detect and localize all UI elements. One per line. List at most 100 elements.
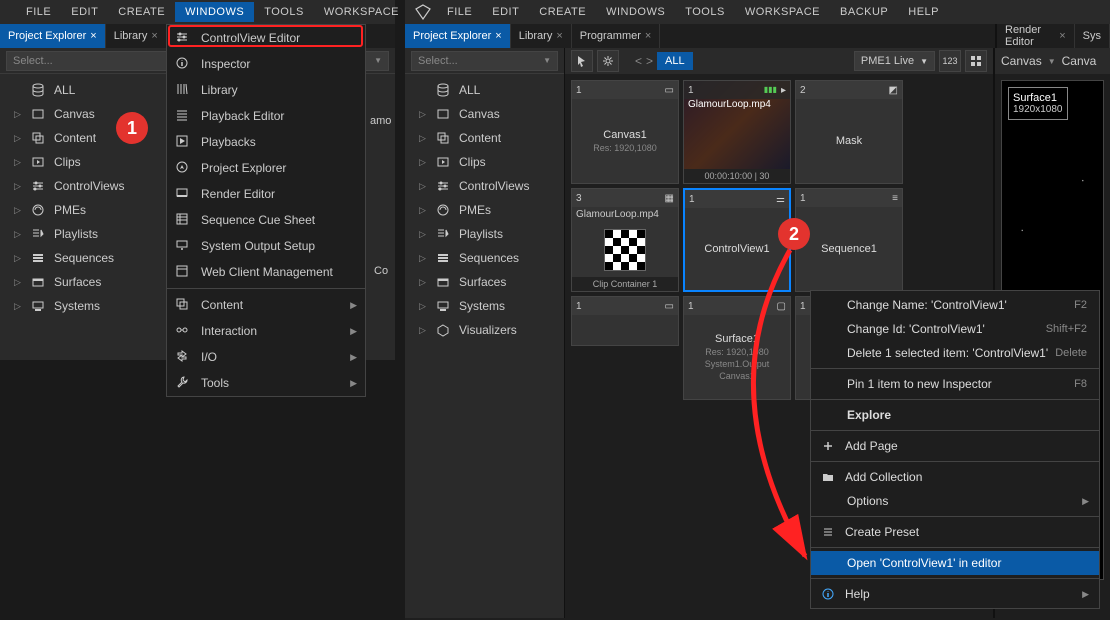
- tree-item-systems[interactable]: ▷Systems: [405, 294, 564, 318]
- menu-item-library[interactable]: Library: [167, 77, 365, 103]
- expand-icon[interactable]: ▷: [14, 181, 22, 192]
- video-card[interactable]: 1▮▮▮▸ GlamourLoop.mp4 00:00:10:00 | 30: [683, 80, 791, 184]
- ctx-change-name-controlview1-[interactable]: Change Name: 'ControlView1'F2: [811, 293, 1099, 317]
- menu-file[interactable]: FILE: [16, 2, 61, 22]
- canvas-card[interactable]: 1▭ Canvas1Res: 1920,1080: [571, 80, 679, 184]
- close-icon[interactable]: ×: [556, 30, 562, 42]
- close-icon[interactable]: ×: [90, 30, 96, 42]
- expand-icon[interactable]: ▷: [14, 229, 22, 240]
- ctx-change-id-controlview1-[interactable]: Change Id: 'ControlView1'Shift+F2: [811, 317, 1099, 341]
- expand-icon[interactable]: ▷: [14, 277, 22, 288]
- nav-back-icon[interactable]: <: [635, 54, 642, 68]
- pme-combo[interactable]: PME1 Live▼: [854, 51, 935, 71]
- ctx-create-preset[interactable]: Create Preset: [811, 520, 1099, 544]
- tree-item-sequences[interactable]: ▷Sequences: [405, 246, 564, 270]
- tab-project-explorer[interactable]: Project Explorer×: [0, 24, 106, 48]
- ctx-add-page[interactable]: Add Page: [811, 434, 1099, 458]
- surface-overlay[interactable]: Surface1 1920x1080: [1008, 87, 1068, 120]
- menu-item-web-client-management[interactable]: Web Client Management: [167, 259, 365, 285]
- chevron-down-icon[interactable]: ▼: [1048, 57, 1056, 66]
- menu-tools[interactable]: TOOLS: [675, 2, 735, 22]
- menu-item-inspector[interactable]: Inspector: [167, 51, 365, 77]
- sequence-card[interactable]: 1≡ Sequence1: [795, 188, 903, 292]
- clip-card[interactable]: 3▦ GlamourLoop.mp4 Clip Container 1: [571, 188, 679, 292]
- sort-icon[interactable]: 123: [939, 50, 961, 72]
- ctx-open-controlview1-in-editor[interactable]: Open 'ControlView1' in editor: [811, 551, 1099, 575]
- menu-tools[interactable]: TOOLS: [254, 2, 314, 22]
- grid-view-icon[interactable]: [965, 50, 987, 72]
- all-pill[interactable]: ALL: [657, 52, 693, 70]
- close-icon[interactable]: ×: [645, 30, 651, 42]
- expand-icon[interactable]: ▷: [419, 229, 427, 240]
- expand-icon[interactable]: ▷: [419, 109, 427, 120]
- tab-sys[interactable]: Sys: [1075, 24, 1110, 48]
- menu-item-system-output-setup[interactable]: System Output Setup: [167, 233, 365, 259]
- menu-item-playback-editor[interactable]: Playback Editor: [167, 103, 365, 129]
- expand-icon[interactable]: ▷: [14, 205, 22, 216]
- menu-help[interactable]: HELP: [898, 2, 949, 22]
- expand-icon[interactable]: ▷: [14, 301, 22, 312]
- tree-item-visualizers[interactable]: ▷Visualizers: [405, 318, 564, 342]
- menu-edit[interactable]: EDIT: [482, 2, 529, 22]
- ctx-pin-1-item-to-new-inspector[interactable]: Pin 1 item to new InspectorF8: [811, 372, 1099, 396]
- menu-item-i/o[interactable]: I/O▶: [167, 344, 365, 370]
- tab-programmer[interactable]: Programmer×: [572, 24, 661, 48]
- expand-icon[interactable]: ▷: [14, 133, 22, 144]
- surface-card[interactable]: 1▢ Surface1Res: 1920,1080System1.OutputC…: [683, 296, 791, 400]
- menu-create[interactable]: CREATE: [108, 2, 175, 22]
- menu-item-render-editor[interactable]: Render Editor: [167, 181, 365, 207]
- menu-item-playbacks[interactable]: Playbacks: [167, 129, 365, 155]
- menu-item-controlview-editor[interactable]: ControlView Editor: [167, 25, 365, 51]
- partial-card[interactable]: 1▭: [571, 296, 679, 346]
- menu-item-tools[interactable]: Tools▶: [167, 370, 365, 396]
- tab-library[interactable]: Library×: [511, 24, 572, 48]
- pointer-tool-icon[interactable]: [571, 50, 593, 72]
- select-dropdown[interactable]: Select...▼: [411, 51, 558, 71]
- expand-icon[interactable]: ▷: [419, 325, 427, 336]
- tree-item-pmes[interactable]: ▷PMEs: [405, 198, 564, 222]
- menu-item-interaction[interactable]: Interaction▶: [167, 318, 365, 344]
- expand-icon[interactable]: ▷: [419, 301, 427, 312]
- tab-render-editor[interactable]: Render Editor×: [997, 24, 1075, 48]
- mask-card[interactable]: 2◩ Mask: [795, 80, 903, 184]
- menu-workspace[interactable]: WORKSPACE: [735, 2, 830, 22]
- expand-icon[interactable]: ▷: [419, 253, 427, 264]
- gear-icon[interactable]: [597, 50, 619, 72]
- expand-icon[interactable]: ▷: [419, 205, 427, 216]
- ctx-explore[interactable]: Explore: [811, 403, 1099, 427]
- menu-file[interactable]: FILE: [437, 2, 482, 22]
- ctx-options[interactable]: Options▶: [811, 489, 1099, 513]
- tree-item-playlists[interactable]: ▷Playlists: [405, 222, 564, 246]
- tree-item-content[interactable]: ▷Content: [405, 126, 564, 150]
- ctx-delete-1-selected-item-control[interactable]: Delete 1 selected item: 'ControlView1'De…: [811, 341, 1099, 365]
- close-icon[interactable]: ×: [1059, 30, 1065, 42]
- menu-item-sequence-cue-sheet[interactable]: Sequence Cue Sheet: [167, 207, 365, 233]
- menu-edit[interactable]: EDIT: [61, 2, 108, 22]
- controlview-card[interactable]: 1⚌ ControlView1: [683, 188, 791, 292]
- expand-icon[interactable]: ▷: [419, 181, 427, 192]
- nav-fwd-icon[interactable]: >: [646, 54, 653, 68]
- expand-icon[interactable]: ▷: [419, 277, 427, 288]
- close-icon[interactable]: ×: [495, 30, 501, 42]
- menu-item-project-explorer[interactable]: Project Explorer: [167, 155, 365, 181]
- close-icon[interactable]: ×: [151, 30, 157, 42]
- tree-item-controlviews[interactable]: ▷ControlViews: [405, 174, 564, 198]
- expand-icon[interactable]: ▷: [14, 109, 22, 120]
- expand-icon[interactable]: ▷: [419, 157, 427, 168]
- expand-icon[interactable]: ▷: [14, 253, 22, 264]
- menu-windows[interactable]: WINDOWS: [596, 2, 675, 22]
- menu-create[interactable]: CREATE: [529, 2, 596, 22]
- expand-icon[interactable]: ▷: [419, 133, 427, 144]
- ctx-help[interactable]: Help▶: [811, 582, 1099, 606]
- tree-item-canvas[interactable]: ▷Canvas: [405, 102, 564, 126]
- menu-backup[interactable]: BACKUP: [830, 2, 898, 22]
- ctx-add-collection[interactable]: Add Collection: [811, 465, 1099, 489]
- expand-icon[interactable]: ▷: [14, 157, 22, 168]
- tree-item-surfaces[interactable]: ▷Surfaces: [405, 270, 564, 294]
- tab-project-explorer[interactable]: Project Explorer×: [405, 24, 511, 48]
- menu-workspace[interactable]: WORKSPACE: [314, 2, 409, 22]
- menu-item-content[interactable]: Content▶: [167, 292, 365, 318]
- menu-windows[interactable]: WINDOWS: [175, 2, 254, 22]
- tree-item-all[interactable]: ALL: [405, 78, 564, 102]
- tree-item-clips[interactable]: ▷Clips: [405, 150, 564, 174]
